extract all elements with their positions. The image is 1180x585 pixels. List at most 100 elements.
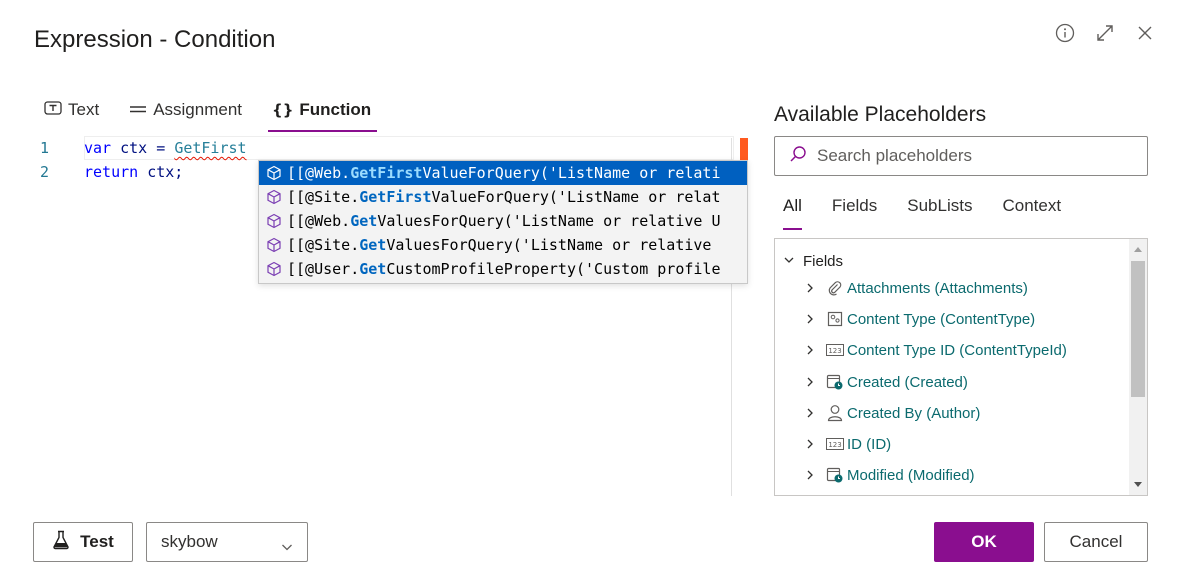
svg-text:123: 123 xyxy=(828,347,841,355)
close-icon[interactable] xyxy=(1134,22,1156,44)
suggestion-rest: ValuesForQuery('ListName or relative U xyxy=(377,212,721,230)
tab-all[interactable]: All xyxy=(783,196,802,230)
cube-icon xyxy=(263,189,285,205)
tree-item-label: Content Type (ContentType) xyxy=(847,310,1036,328)
code-keyword: return xyxy=(84,163,139,181)
tree-item-created-by[interactable]: Created By (Author) xyxy=(803,401,980,425)
svg-text:123: 123 xyxy=(828,441,841,449)
suggestion-text: [[@Web.GetValuesForQuery('ListName or re… xyxy=(285,209,720,233)
suggestion-match: Get xyxy=(359,260,387,278)
suggestion-item[interactable]: [[@Site.GetValuesForQuery('ListName or r… xyxy=(259,233,747,257)
suggestion-match: GetFirst xyxy=(350,164,423,182)
tab-text[interactable]: Text xyxy=(42,92,101,128)
tab-function-label: Function xyxy=(299,100,372,119)
tree-item-modified[interactable]: Modified (Modified) xyxy=(803,463,975,487)
tree-item-label: Created By (Author) xyxy=(847,404,981,422)
tab-assignment[interactable]: Assignment xyxy=(127,92,244,128)
code-keyword: var xyxy=(84,139,112,157)
tab-context[interactable]: Context xyxy=(1002,196,1061,224)
placeholder-tabs: All Fields SubLists Context xyxy=(783,196,1061,230)
tree-item-label: ID (ID) xyxy=(847,435,892,453)
calendar-clock-icon xyxy=(825,465,845,485)
suggestion-text: [[@Site.GetFirstValueForQuery('ListName … xyxy=(285,185,720,209)
code-line-1[interactable]: 1 var ctx = GetFirst xyxy=(34,136,748,160)
braces-icon: {} xyxy=(272,101,294,119)
placeholders-title: Available Placeholders xyxy=(774,103,987,126)
suggestion-item[interactable]: [[@User.GetCustomProfileProperty('Custom… xyxy=(259,257,747,281)
equals-icon xyxy=(129,100,147,120)
code-text: var ctx = GetFirst xyxy=(84,136,247,160)
number-icon: 123 xyxy=(825,434,845,454)
user-select-value: skybow xyxy=(161,532,218,551)
mode-tabs: Text Assignment {} Function xyxy=(42,92,378,132)
tree-root-label: Fields xyxy=(803,253,844,270)
line-number: 1 xyxy=(40,139,50,157)
suggestion-text: [[@Site.GetValuesForQuery('ListName or r… xyxy=(285,233,711,257)
tree-item-label: Modified (Modified) xyxy=(847,466,975,484)
scrollbar-thumb[interactable] xyxy=(1131,261,1145,397)
test-button[interactable]: Test xyxy=(33,522,133,562)
tree-root-fields[interactable]: Fields xyxy=(783,253,843,270)
number-icon: 123 xyxy=(825,340,845,360)
tab-fields[interactable]: Fields xyxy=(832,196,877,224)
line-number: 2 xyxy=(40,163,50,181)
person-icon xyxy=(825,403,845,423)
suggestion-rest: ValueForQuery('ListName or relati xyxy=(422,164,721,182)
suggestion-rest: ValueForQuery('ListName or relat xyxy=(431,188,721,206)
tree-item-content-type-id[interactable]: 123 Content Type ID (ContentTypeId) xyxy=(803,338,1067,362)
chevron-right-icon[interactable] xyxy=(803,469,817,481)
code-function-call: GetFirst xyxy=(174,139,247,157)
cancel-button[interactable]: Cancel xyxy=(1044,522,1148,562)
chevron-right-icon[interactable] xyxy=(803,376,817,388)
tree-item-label: Attachments (Attachments) xyxy=(847,279,1028,297)
tree-scrollbar[interactable] xyxy=(1129,239,1147,495)
suggestion-item[interactable]: [[@Site.GetFirstValueForQuery('ListName … xyxy=(259,185,747,209)
tree-item-content-type[interactable]: Content Type (ContentType) xyxy=(803,307,1035,331)
suggestion-item[interactable]: [[@Web.GetFirstValueForQuery('ListName o… xyxy=(259,161,747,185)
suggestion-prefix: [[@Web. xyxy=(287,164,351,182)
dialog-title: Expression - Condition xyxy=(34,26,276,53)
chevron-right-icon[interactable] xyxy=(803,344,817,356)
error-marker xyxy=(740,138,748,160)
code-identifier: ctx; xyxy=(138,163,184,181)
user-select[interactable]: skybow xyxy=(146,522,308,562)
placeholder-tree[interactable]: Fields Attachments (Attachments) Content… xyxy=(774,238,1148,496)
search-input[interactable] xyxy=(817,146,1117,166)
ok-button[interactable]: OK xyxy=(934,522,1034,562)
suggestion-prefix: [[@Site. xyxy=(287,236,360,254)
tree-item-attachments[interactable]: Attachments (Attachments) xyxy=(803,276,1028,300)
search-box[interactable] xyxy=(774,136,1148,176)
test-button-label: Test xyxy=(80,532,114,551)
tree-item-created[interactable]: Created (Created) xyxy=(803,370,968,394)
cube-icon xyxy=(263,165,285,181)
text-icon xyxy=(44,100,62,121)
chevron-right-icon[interactable] xyxy=(803,407,817,419)
paperclip-icon xyxy=(825,278,845,298)
chevron-right-icon[interactable] xyxy=(803,282,817,294)
suggestion-prefix: [[@User. xyxy=(287,260,360,278)
scroll-down-icon[interactable] xyxy=(1134,482,1142,487)
header-actions xyxy=(1054,22,1156,44)
autocomplete-list[interactable]: [[@Web.GetFirstValueForQuery('ListName o… xyxy=(258,160,748,284)
chevron-down-icon[interactable] xyxy=(783,253,795,270)
code-identifier: ctx = xyxy=(111,139,175,157)
cube-icon xyxy=(263,237,285,253)
suggestion-prefix: [[@Site. xyxy=(287,188,360,206)
tab-sublists[interactable]: SubLists xyxy=(907,196,972,224)
search-icon xyxy=(789,145,807,168)
expand-icon[interactable] xyxy=(1094,22,1116,44)
cube-icon xyxy=(263,213,285,229)
chevron-down-icon xyxy=(281,537,293,557)
tree-item-id[interactable]: 123 ID (ID) xyxy=(803,432,891,456)
suggestion-match: GetFirst xyxy=(359,188,432,206)
scroll-up-icon[interactable] xyxy=(1134,247,1142,252)
info-icon[interactable] xyxy=(1054,22,1076,44)
suggestion-prefix: [[@Web. xyxy=(287,212,351,230)
suggestion-item[interactable]: [[@Web.GetValuesForQuery('ListName or re… xyxy=(259,209,747,233)
tab-function[interactable]: {} Function xyxy=(268,92,378,132)
suggestion-text: [[@User.GetCustomProfileProperty('Custom… xyxy=(285,257,720,281)
chevron-right-icon[interactable] xyxy=(803,438,817,450)
chevron-right-icon[interactable] xyxy=(803,313,817,325)
code-text: return ctx; xyxy=(84,160,183,184)
tree-item-label: Content Type ID (ContentTypeId) xyxy=(847,341,1067,359)
